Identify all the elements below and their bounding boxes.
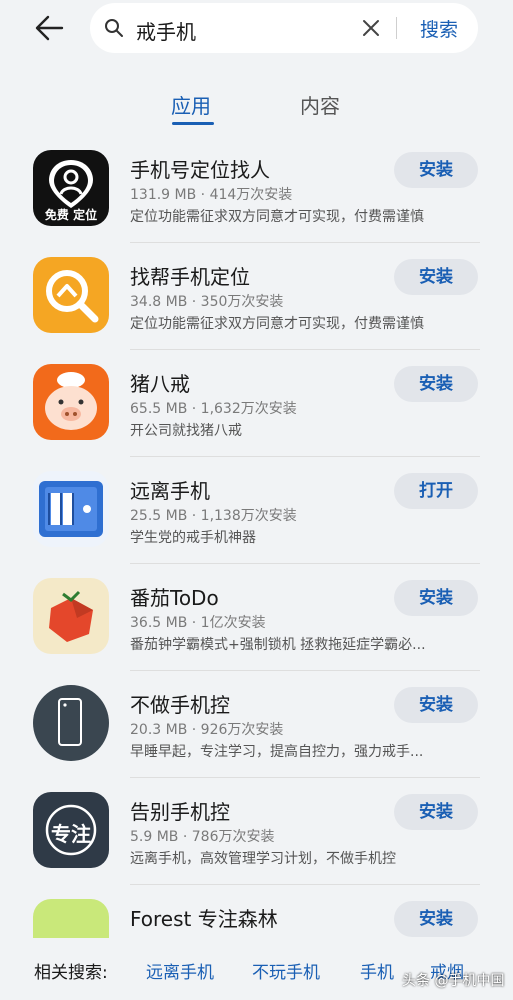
app-name: Forest 专注森林 — [130, 907, 278, 931]
app-name: 猪八戒 — [130, 372, 190, 396]
app-meta: 5.9 MB · 786万次安装 — [130, 829, 275, 845]
icon-caption: 专注 — [51, 822, 91, 846]
list-item[interactable]: 不做手机控 20.3 MB · 926万次安装 早睡早起，专注学习，提高自控力，… — [0, 671, 513, 778]
app-description: 定位功能需征求双方同意才可实现，付费需谨慎 — [130, 316, 424, 332]
tab-content[interactable]: 内容 — [300, 90, 340, 119]
pig-icon — [33, 364, 109, 440]
app-meta: 34.8 MB · 350万次安装 — [130, 294, 284, 310]
install-button[interactable]: 安装 — [394, 687, 478, 723]
install-button[interactable]: 安装 — [394, 366, 478, 402]
tab-bar: 应用 内容 — [0, 86, 513, 130]
tomato-icon — [33, 578, 109, 654]
search-bar[interactable]: 戒手机 搜索 — [90, 3, 478, 53]
related-search-item[interactable]: 不玩手机 — [252, 958, 320, 983]
app-description: 远离手机，高效管理学习计划，不做手机控 — [130, 851, 396, 867]
phone-outline-icon — [33, 685, 109, 761]
open-button[interactable]: 打开 — [394, 473, 478, 509]
location-search-icon — [33, 257, 109, 333]
list-item[interactable]: 番茄ToDo 36.5 MB · 1亿次安装 番茄钟学霸模式+强制锁机 拯救拖延… — [0, 564, 513, 671]
app-name: 手机号定位找人 — [130, 158, 270, 182]
list-item[interactable]: 找帮手机定位 34.8 MB · 350万次安装 定位功能需征求双方同意才可实现… — [0, 243, 513, 350]
install-button[interactable]: 安装 — [394, 152, 478, 188]
app-name: 找帮手机定位 — [130, 265, 250, 289]
watermark: 头条 @手机中国 — [402, 973, 505, 989]
active-tab-indicator — [172, 122, 214, 125]
app-description: 开公司就找猪八戒 — [130, 423, 242, 439]
app-meta: 36.5 MB · 1亿次安装 — [130, 615, 266, 631]
related-search-item[interactable]: 远离手机 — [146, 958, 214, 983]
install-button[interactable]: 安装 — [394, 259, 478, 295]
phone-jail-icon — [33, 471, 109, 547]
install-button[interactable]: 安装 — [394, 901, 478, 937]
app-description: 定位功能需征求双方同意才可实现，付费需谨慎 — [130, 209, 424, 225]
related-label: 相关搜索: — [34, 963, 108, 983]
related-searches: 相关搜索: 远离手机 不玩手机 手机 戒烟 — [0, 938, 513, 1000]
back-arrow-icon[interactable] — [32, 12, 68, 44]
list-item[interactable]: 远离手机 25.5 MB · 1,138万次安装 学生党的戒手机神器 打开 — [0, 457, 513, 564]
list-item[interactable]: 猪八戒 65.5 MB · 1,632万次安装 开公司就找猪八戒 安装 — [0, 350, 513, 457]
app-name: 告别手机控 — [130, 800, 230, 824]
install-button[interactable]: 安装 — [394, 580, 478, 616]
app-name: 番茄ToDo — [130, 586, 219, 610]
related-search-item[interactable]: 手机 — [360, 958, 394, 983]
search-input[interactable]: 戒手机 — [136, 16, 196, 45]
top-bar: 戒手机 搜索 — [0, 0, 513, 60]
list-item[interactable]: 专注 告别手机控 5.9 MB · 786万次安装 远离手机，高效管理学习计划，… — [0, 778, 513, 885]
tab-apps[interactable]: 应用 — [171, 90, 211, 119]
location-pin-icon: 免费 定位 — [33, 150, 109, 226]
app-meta: 25.5 MB · 1,138万次安装 — [130, 508, 297, 524]
app-meta: 20.3 MB · 926万次安装 — [130, 722, 284, 738]
divider — [396, 17, 397, 39]
icon-caption: 免费 定位 — [44, 208, 98, 222]
install-button[interactable]: 安装 — [394, 794, 478, 830]
focus-icon: 专注 — [33, 792, 109, 868]
list-item[interactable]: 免费 定位 手机号定位找人 131.9 MB · 414万次安装 定位功能需征求… — [0, 136, 513, 243]
app-name: 远离手机 — [130, 479, 210, 503]
app-name: 不做手机控 — [130, 693, 230, 717]
search-icon — [105, 19, 123, 37]
search-button[interactable]: 搜索 — [420, 15, 458, 42]
app-description: 番茄钟学霸模式+强制锁机 拯救拖延症学霸必... — [130, 637, 426, 653]
app-meta: 131.9 MB · 414万次安装 — [130, 187, 293, 203]
app-meta: 65.5 MB · 1,632万次安装 — [130, 401, 297, 417]
app-description: 学生党的戒手机神器 — [130, 530, 256, 546]
app-description: 早睡早起，专注学习，提高自控力，强力戒手... — [130, 744, 424, 760]
close-icon[interactable] — [362, 19, 380, 37]
